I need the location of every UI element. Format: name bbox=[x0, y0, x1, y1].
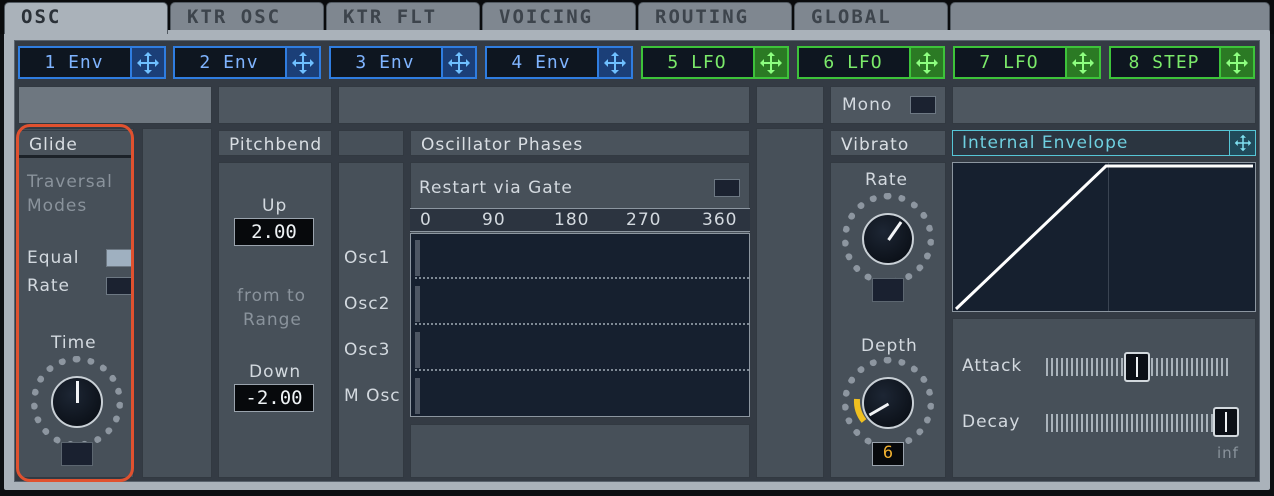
mod-label: 5 LFO bbox=[667, 52, 727, 73]
scale-tick: 90 bbox=[482, 210, 506, 230]
osc-column-header bbox=[338, 130, 404, 156]
mod-env-2[interactable]: 2 Env bbox=[173, 46, 321, 79]
mono-checkbox[interactable] bbox=[910, 96, 936, 114]
mosc-label: M Osc bbox=[344, 386, 401, 406]
up-label: Up bbox=[262, 196, 288, 216]
strip-slot bbox=[18, 86, 212, 124]
glide-highlight bbox=[16, 124, 134, 482]
phase-row-osc3[interactable] bbox=[415, 328, 749, 371]
phase-handle[interactable] bbox=[415, 332, 420, 368]
internal-envelope-title: Internal Envelope bbox=[962, 133, 1129, 153]
scale-tick: 270 bbox=[626, 210, 662, 230]
drag-move-icon[interactable] bbox=[285, 48, 319, 77]
osc1-label: Osc1 bbox=[344, 248, 391, 268]
internal-envelope-header[interactable]: Internal Envelope bbox=[952, 130, 1256, 156]
knob-pointer bbox=[868, 402, 890, 417]
mod-lfo-6[interactable]: 6 LFO bbox=[797, 46, 945, 79]
mod-env-3[interactable]: 3 Env bbox=[329, 46, 477, 79]
phase-grid bbox=[410, 233, 750, 417]
mod-label: 1 Env bbox=[44, 52, 104, 73]
scale-tick: 180 bbox=[554, 210, 590, 230]
mod-label: 7 LFO bbox=[979, 52, 1039, 73]
vibrato-depth-label: Depth bbox=[861, 336, 918, 356]
envelope-curve bbox=[954, 164, 1253, 311]
decay-inf-label: inf bbox=[1217, 444, 1239, 462]
knob-pointer bbox=[887, 221, 903, 241]
tab-voicing[interactable]: VOICING bbox=[482, 2, 636, 32]
rate-mod-slot[interactable] bbox=[872, 278, 904, 302]
drag-move-icon[interactable] bbox=[441, 48, 475, 77]
drag-move-icon[interactable] bbox=[1229, 131, 1255, 155]
mod-label: 8 STEP bbox=[1128, 52, 1200, 73]
drag-move-icon[interactable] bbox=[597, 48, 631, 77]
empty-column bbox=[142, 128, 212, 478]
drag-move-icon[interactable] bbox=[753, 48, 787, 77]
mod-env-1[interactable]: 1 Env bbox=[18, 46, 166, 79]
tab-ktr-flt[interactable]: KTR FLT bbox=[326, 2, 480, 32]
attack-slider-thumb[interactable] bbox=[1124, 352, 1150, 382]
down-label: Down bbox=[249, 362, 302, 382]
vibrato-depth-knob[interactable] bbox=[862, 377, 914, 429]
phase-handle[interactable] bbox=[415, 378, 420, 414]
tab-ktr-osc[interactable]: KTR OSC bbox=[170, 2, 324, 32]
tab-global[interactable]: GLOBAL bbox=[794, 2, 948, 32]
decay-label: Decay bbox=[962, 412, 1021, 432]
vibrato-title: Vibrato bbox=[830, 130, 946, 156]
vibrato-rate-knob[interactable] bbox=[862, 213, 914, 265]
depth-value[interactable]: 6 bbox=[872, 442, 904, 466]
phase-row-mosc[interactable] bbox=[415, 374, 749, 417]
range-label-2: Range bbox=[243, 310, 302, 330]
drag-move-icon[interactable] bbox=[1219, 48, 1253, 77]
osc-label-column bbox=[338, 162, 404, 478]
mod-step-8[interactable]: 8 STEP bbox=[1109, 46, 1255, 79]
decay-slider-thumb[interactable] bbox=[1213, 407, 1239, 437]
mod-label: 2 Env bbox=[199, 52, 259, 73]
scale-tick: 0 bbox=[420, 210, 432, 230]
phase-row-osc2[interactable] bbox=[415, 282, 749, 325]
strip-slot bbox=[218, 86, 332, 124]
attack-label: Attack bbox=[962, 356, 1023, 376]
mod-label: 4 Env bbox=[511, 52, 571, 73]
phase-row-osc1[interactable] bbox=[415, 236, 749, 279]
mod-lfo-5[interactable]: 5 LFO bbox=[641, 46, 789, 79]
down-value[interactable]: -2.00 bbox=[234, 384, 314, 412]
pitchbend-title: Pitchbend bbox=[218, 130, 332, 156]
osc-phases-title: Oscillator Phases bbox=[410, 130, 750, 156]
envelope-controls bbox=[952, 318, 1256, 478]
mono-label: Mono bbox=[842, 95, 893, 115]
empty-column bbox=[756, 128, 824, 478]
mod-label: 6 LFO bbox=[823, 52, 883, 73]
phase-handle[interactable] bbox=[415, 286, 420, 322]
osc2-label: Osc2 bbox=[344, 294, 391, 314]
tab-routing[interactable]: ROUTING bbox=[638, 2, 792, 32]
restart-gate-checkbox[interactable] bbox=[714, 179, 740, 197]
scale-tick: 360 bbox=[702, 210, 738, 230]
restart-gate-label: Restart via Gate bbox=[419, 178, 573, 198]
mod-label: 3 Env bbox=[355, 52, 415, 73]
mod-lfo-7[interactable]: 7 LFO bbox=[953, 46, 1101, 79]
envelope-display bbox=[952, 162, 1256, 312]
up-value[interactable]: 2.00 bbox=[234, 218, 314, 246]
phase-handle[interactable] bbox=[415, 240, 420, 276]
drag-move-icon[interactable] bbox=[1065, 48, 1099, 77]
tab-osc[interactable]: OSC bbox=[4, 2, 168, 34]
osc3-label: Osc3 bbox=[344, 340, 391, 360]
decay-slider-track[interactable] bbox=[1046, 414, 1230, 432]
tab-filler bbox=[950, 2, 1270, 32]
drag-move-icon[interactable] bbox=[130, 48, 164, 77]
phase-scale: 0 90 180 270 360 bbox=[410, 208, 750, 232]
strip-slot bbox=[338, 86, 750, 124]
mod-env-4[interactable]: 4 Env bbox=[485, 46, 633, 79]
strip-slot bbox=[756, 86, 824, 124]
phase-footer bbox=[410, 424, 750, 478]
range-label: from to bbox=[237, 286, 307, 306]
vibrato-rate-label: Rate bbox=[865, 170, 908, 190]
drag-move-icon[interactable] bbox=[909, 48, 943, 77]
strip-slot bbox=[952, 86, 1256, 124]
